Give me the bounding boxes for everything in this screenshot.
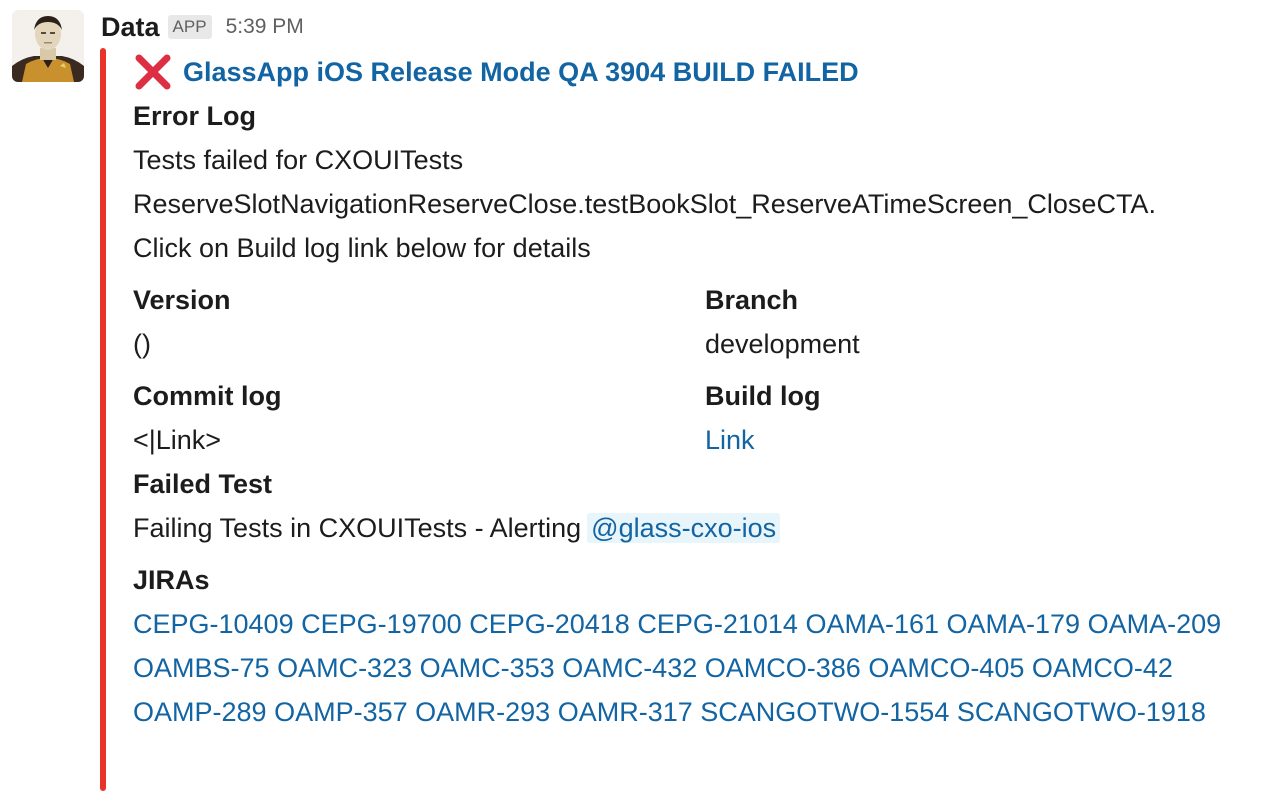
attachment: GlassApp iOS Release Mode QA 3904 BUILD … [133, 50, 1273, 734]
jira-link[interactable]: OAMCO-405 [868, 653, 1024, 683]
failed-test-title: Failed Test [133, 469, 273, 499]
jira-link[interactable]: OAMBS-75 [133, 653, 270, 683]
jira-link[interactable]: OAMP-357 [274, 697, 408, 727]
jira-link[interactable]: OAMA-209 [1088, 609, 1222, 639]
error-log-line: Tests failed for CXOUITests [133, 145, 464, 175]
failed-test-text: Failing Tests in CXOUITests - Alerting [133, 513, 582, 543]
attachment-title-row: GlassApp iOS Release Mode QA 3904 BUILD … [133, 50, 1273, 94]
jiras-section: JIRAs CEPG-10409 CEPG-19700 CEPG-20418 C… [133, 558, 1273, 734]
build-log-title: Build log [705, 381, 821, 411]
commit-log-title: Commit log [133, 381, 282, 411]
android-portrait-icon [12, 10, 84, 82]
jira-link[interactable]: OAMC-432 [562, 653, 697, 683]
jira-link[interactable]: OAMA-161 [805, 609, 939, 639]
jira-link[interactable]: CEPG-19700 [301, 609, 462, 639]
attachment-fields: Version () Branch development Commit log… [133, 278, 1273, 470]
avatar[interactable] [12, 10, 84, 82]
jira-link[interactable]: CEPG-20418 [469, 609, 630, 639]
jira-link[interactable]: CEPG-10409 [133, 609, 294, 639]
branch-value: development [705, 329, 860, 359]
branch-field: Branch development [705, 278, 1273, 366]
attachment-title-link[interactable]: GlassApp iOS Release Mode QA 3904 BUILD … [183, 50, 859, 94]
jira-link[interactable]: OAMCO-42 [1032, 653, 1173, 683]
error-log-line: Click on Build log link below for detail… [133, 233, 591, 263]
jira-link[interactable]: OAMP-289 [133, 697, 267, 727]
version-value: () [133, 329, 151, 359]
jira-link[interactable]: OAMC-323 [277, 653, 412, 683]
jira-link[interactable]: OAMR-317 [558, 697, 693, 727]
version-title: Version [133, 285, 231, 315]
jira-link[interactable]: CEPG-21014 [637, 609, 798, 639]
red-x-icon [135, 54, 171, 90]
message-timestamp[interactable]: 5:39 PM [226, 15, 304, 39]
jiras-title: JIRAs [133, 565, 210, 595]
build-log-link[interactable]: Link [705, 425, 755, 455]
error-log-section: Error Log Tests failed for CXOUITests Re… [133, 94, 1273, 270]
app-badge: APP [167, 15, 212, 39]
attachment-color-bar [100, 48, 106, 791]
branch-title: Branch [705, 285, 799, 315]
jira-link[interactable]: SCANGOTWO-1554 [700, 697, 949, 727]
build-log-field: Build log Link [705, 374, 1273, 462]
sender-name[interactable]: Data [101, 12, 160, 43]
version-field: Version () [133, 278, 705, 366]
commit-log-value: <|Link> [133, 425, 222, 455]
jira-link[interactable]: OAMA-179 [947, 609, 1081, 639]
jira-list: CEPG-10409 CEPG-19700 CEPG-20418 CEPG-21… [133, 602, 1263, 734]
group-mention[interactable]: @glass-cxo-ios [587, 513, 781, 543]
commit-log-field: Commit log <|Link> [133, 374, 705, 462]
error-log-title: Error Log [133, 101, 257, 131]
jira-link[interactable]: SCANGOTWO-1918 [957, 697, 1206, 727]
message-header: Data APP 5:39 PM [101, 10, 304, 44]
jira-link[interactable]: OAMR-293 [415, 697, 550, 727]
failed-test-section: Failed Test Failing Tests in CXOUITests … [133, 462, 1273, 550]
error-log-line: ReserveSlotNavigationReserveClose.testBo… [133, 189, 1156, 219]
jira-link[interactable]: OAMC-353 [420, 653, 555, 683]
jira-link[interactable]: OAMCO-386 [705, 653, 861, 683]
